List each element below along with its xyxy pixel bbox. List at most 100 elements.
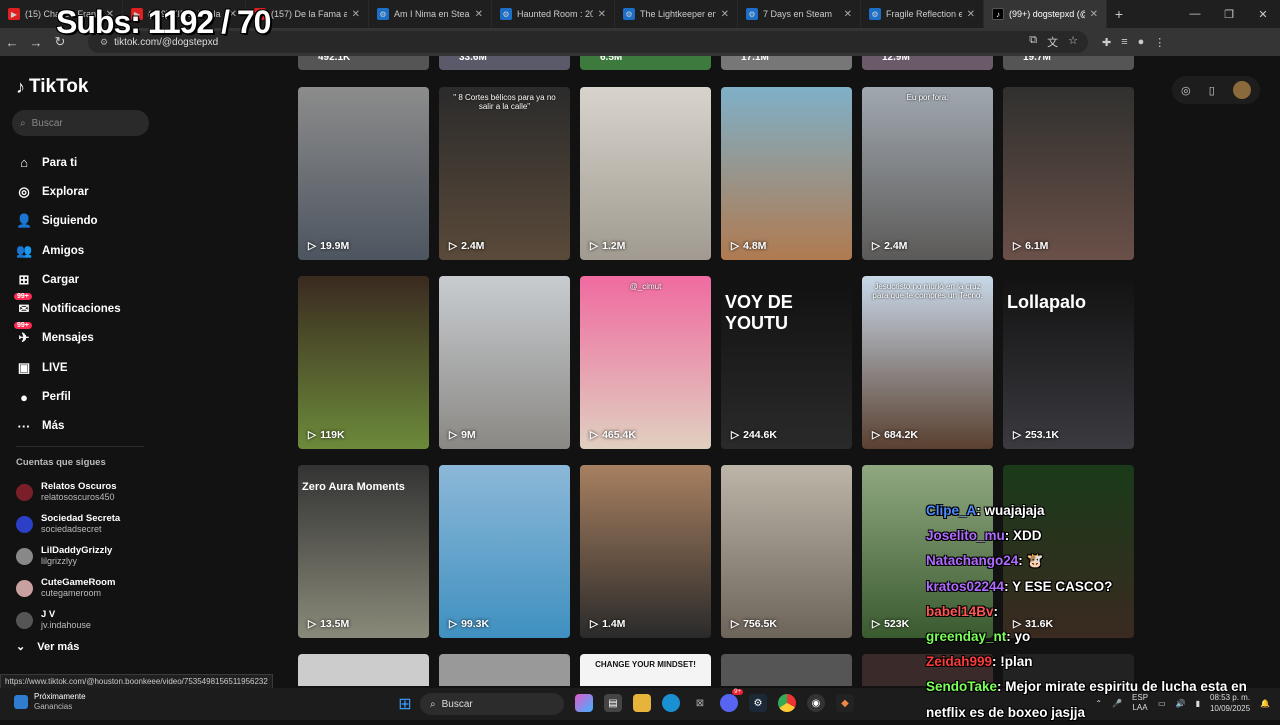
video-card-partial[interactable]: 17.1M (721, 56, 852, 70)
browser-tab[interactable]: ⚙ Am I Nima en Steam ✕ (369, 0, 492, 28)
bookmark-star-icon[interactable]: ☆ (1068, 34, 1078, 50)
profile-icon: ● (20, 389, 28, 405)
video-card[interactable]: ▷ 4.8M (721, 87, 852, 260)
close-window-icon[interactable]: ✕ (1246, 8, 1280, 21)
video-card[interactable]: ▷ 1.2M (580, 87, 711, 260)
sidebar-item-siguiendo[interactable]: 👤 Siguiendo (16, 207, 156, 236)
video-card[interactable]: ▷ 6.1M (1003, 87, 1134, 260)
browser-tab[interactable]: ⚙ Haunted Room : 205 ✕ (492, 0, 615, 28)
chat-text: : Mejor mirate espiritu de lucha esta en (997, 679, 1247, 695)
discord-icon[interactable]: 9+ (720, 689, 743, 712)
extensions-icon[interactable]: ✚ (1102, 36, 1111, 49)
sidebar-item-cargar[interactable]: ⊞ Cargar (16, 265, 156, 294)
sidebar-item-notificaciones[interactable]: ✉ 99+ Notificaciones (14, 293, 156, 323)
taskbar-search[interactable]: ⌕ Buscar (420, 693, 564, 715)
following-account[interactable]: CuteGameRoom cutegameroom (16, 572, 156, 604)
sidebar-item-m-s[interactable]: ··· Más (16, 412, 156, 441)
browser-tab[interactable]: ⚙ Fragile Reflection en ✕ (861, 0, 984, 28)
video-card[interactable]: Eu por fora: ▷ 2.4M (862, 87, 993, 260)
close-tab-icon[interactable]: ✕ (967, 9, 975, 20)
translate-icon[interactable]: 文 (1047, 34, 1058, 50)
sidebar-item-amigos[interactable]: 👥 Amigos (16, 236, 156, 265)
subs-counter-overlay: Subs: 1192 / 70 (56, 4, 271, 40)
video-card-partial[interactable]: 492.1K (298, 56, 429, 70)
chrome-icon[interactable] (778, 694, 796, 712)
steam-icon: ⚙ (500, 8, 512, 20)
see-more-button[interactable]: ⌄ Ver más (16, 640, 79, 654)
video-card[interactable]: ▷ 9M (439, 276, 570, 449)
browser-tab[interactable]: ⚙ The Lightkeeper en S ✕ (615, 0, 738, 28)
video-card-partial[interactable]: 6.5M (580, 56, 711, 70)
widgets-icon (14, 695, 28, 709)
video-card[interactable]: VOY DE YOUTU ▷ 244.6K (721, 276, 852, 449)
tiktok-icon: ♪ (992, 8, 1004, 20)
browser-tab[interactable]: ♪ (99+) dogstepxd (@d ✕ (984, 0, 1107, 28)
video-card[interactable]: ▷ 19.9M (298, 87, 429, 260)
avatar (16, 579, 33, 597)
video-card[interactable]: ▷ 756.5K (721, 465, 852, 638)
coin-icon[interactable]: ◎ (1181, 84, 1191, 97)
maximize-icon[interactable]: ❐ (1212, 8, 1246, 21)
device-icon[interactable]: ▯ (1209, 84, 1215, 97)
reading-list-icon[interactable]: ≡ (1121, 36, 1127, 49)
video-card-partial[interactable]: 33.6M (439, 56, 570, 70)
app-icon[interactable]: ◆ (836, 694, 854, 712)
video-card[interactable] (298, 654, 429, 686)
following-account[interactable]: J Vjv.indahouse (16, 604, 156, 636)
close-tab-icon[interactable]: ✕ (844, 9, 852, 20)
sidebar-item-explorar[interactable]: ◎ Explorar (16, 177, 156, 206)
copilot-icon[interactable] (575, 694, 593, 712)
widgets-button[interactable]: Próximamente Ganancias (14, 692, 86, 712)
edge-icon[interactable] (662, 694, 680, 712)
video-card[interactable]: ▷ 1.4M (580, 465, 711, 638)
window-controls: — ❐ ✕ (1178, 0, 1280, 28)
view-count: 33.6M (459, 56, 487, 63)
close-tab-icon[interactable]: ✕ (598, 9, 606, 20)
video-card[interactable]: CHANGE YOUR MINDSET! (580, 654, 711, 686)
steam-icon[interactable]: ⚙ (749, 694, 767, 712)
sidebar-item-para-ti[interactable]: ⌂ Para ti (16, 148, 156, 177)
search-icon: ⌕ (20, 117, 26, 129)
view-count: 13.5M (320, 618, 350, 630)
search-input[interactable]: ⌕ Buscar (12, 110, 149, 136)
sidebar-item-live[interactable]: ▣ LIVE (16, 353, 156, 382)
video-card[interactable] (721, 654, 852, 686)
store-icon[interactable]: ▤ (604, 694, 622, 712)
video-card[interactable] (439, 654, 570, 686)
video-card[interactable]: " 8 Cortes bélicos para ya no salir a la… (439, 87, 570, 260)
video-card-partial[interactable]: 12.9M (862, 56, 993, 70)
view-count: 2.4M (884, 240, 908, 252)
obs-icon[interactable]: ◉ (807, 694, 825, 712)
close-tab-icon[interactable]: ✕ (475, 9, 483, 20)
sidebar-item-perfil[interactable]: ● Perfil (16, 382, 156, 411)
sidebar-item-mensajes[interactable]: ✈ 99+ Mensajes (14, 322, 156, 353)
folder-icon[interactable] (633, 694, 651, 712)
menu-dots-icon[interactable]: ⋮ (1154, 36, 1165, 49)
chat-message: SendoTake: Mejor mirate espiritu de luch… (926, 674, 1266, 699)
close-tab-icon[interactable]: ✕ (352, 9, 360, 20)
tiktok-logo[interactable]: ♪ TikTok (16, 76, 88, 98)
browser-tab[interactable]: ⚙ 7 Days en Steam ✕ (738, 0, 861, 28)
new-tab-button[interactable]: + (1107, 6, 1131, 22)
start-icon[interactable]: ⊞ (396, 695, 414, 713)
video-card[interactable]: ▷ 119K (298, 276, 429, 449)
account-avatar-icon[interactable]: ● (1138, 36, 1145, 49)
back-icon[interactable]: ← (0, 35, 24, 50)
video-card[interactable]: Jesucristo no murió en la cruz para que … (862, 276, 993, 449)
video-card[interactable]: @_cimut ▷ 465.4K (580, 276, 711, 449)
video-card[interactable]: Lollapalo ▷ 253.1K (1003, 276, 1134, 449)
user-avatar[interactable] (1232, 81, 1251, 99)
following-account[interactable]: Sociedad Secreta sociedadsecret (16, 508, 156, 540)
close-tab-icon[interactable]: ✕ (1090, 9, 1098, 20)
forward-icon[interactable]: → (24, 35, 48, 50)
following-account[interactable]: Relatos Oscuros relatososcuros450 (16, 476, 156, 508)
minimize-icon[interactable]: — (1178, 8, 1212, 20)
close-tab-icon[interactable]: ✕ (721, 9, 729, 20)
following-account[interactable]: LilDaddyGrizzly lilgrizzlyy (16, 540, 156, 572)
chat-username: kratos02244 (926, 578, 1005, 594)
video-card[interactable]: ▷ 99.3K (439, 465, 570, 638)
install-icon[interactable]: ⧉ (1029, 34, 1037, 50)
video-card-partial[interactable]: 19.7M (1003, 56, 1134, 70)
video-card[interactable]: Zero Aura Moments ▷ 13.5M (298, 465, 429, 638)
xbox-icon[interactable]: ⊠ (691, 694, 709, 712)
